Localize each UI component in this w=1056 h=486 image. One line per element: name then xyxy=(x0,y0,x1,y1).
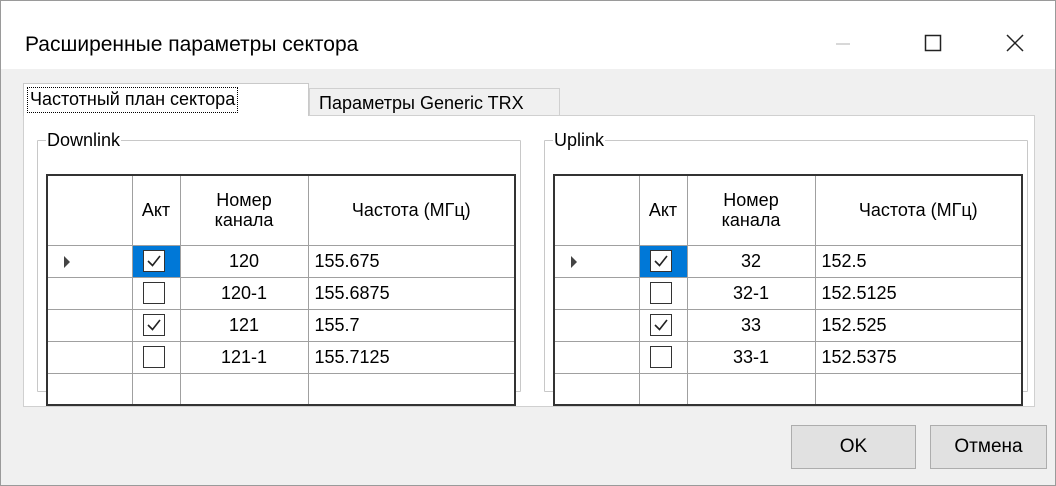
frequency-cell[interactable]: 155.7125 xyxy=(307,340,516,374)
minimize-button[interactable] xyxy=(813,21,873,65)
channel-cell[interactable]: 33-1 xyxy=(686,340,816,374)
table-header-row: Акт Номер канала Частота (МГц) xyxy=(553,174,1023,246)
current-row-arrow-icon xyxy=(571,255,577,268)
channel-cell[interactable]: 121-1 xyxy=(179,340,309,374)
checkbox-unchecked[interactable] xyxy=(142,281,165,304)
frequency-cell[interactable]: 152.5 xyxy=(814,244,1023,278)
column-header-channel-line2: канала xyxy=(214,210,274,231)
checkbox-unchecked[interactable] xyxy=(142,345,165,368)
table-row[interactable]: 120-1 155.6875 xyxy=(46,276,516,310)
empty-cell xyxy=(307,372,516,406)
checkbox-unchecked[interactable] xyxy=(649,345,672,368)
maximize-icon xyxy=(924,34,942,52)
table-row[interactable]: 33 152.525 xyxy=(553,308,1023,342)
frequency-cell[interactable]: 155.6875 xyxy=(307,276,516,310)
minimize-icon xyxy=(836,43,850,45)
channel-cell[interactable]: 120 xyxy=(179,244,309,278)
active-cell[interactable] xyxy=(131,244,181,278)
checkbox-checked[interactable] xyxy=(649,249,672,272)
row-header[interactable] xyxy=(46,276,133,310)
column-header-channel-line1: Номер xyxy=(723,190,779,211)
active-cell[interactable] xyxy=(638,276,688,310)
empty-cell xyxy=(179,372,309,406)
downlink-table[interactable]: Акт Номер канала Частота (МГц) 120 155.67… xyxy=(46,174,516,406)
frequency-cell[interactable]: 152.525 xyxy=(814,308,1023,342)
channel-cell[interactable]: 32-1 xyxy=(686,276,816,310)
tab-panel: Downlink Акт Номер канала Частота (МГц) … xyxy=(23,115,1035,407)
column-header-active[interactable]: Акт xyxy=(131,174,181,246)
checkbox-checked[interactable] xyxy=(142,249,165,272)
row-header[interactable] xyxy=(553,276,640,310)
empty-cell xyxy=(686,372,816,406)
column-header-frequency[interactable]: Частота (МГц) xyxy=(814,174,1023,246)
checkmark-icon xyxy=(146,319,161,331)
uplink-legend: Uplink xyxy=(554,130,605,150)
table-row[interactable]: 32-1 152.5125 xyxy=(553,276,1023,310)
row-header[interactable] xyxy=(553,340,640,374)
row-header[interactable] xyxy=(553,244,640,278)
column-header-channel[interactable]: Номер канала xyxy=(179,174,309,246)
channel-cell[interactable]: 32 xyxy=(686,244,816,278)
table-row[interactable]: 121-1 155.7125 xyxy=(46,340,516,374)
column-header-channel-line1: Номер xyxy=(216,190,272,211)
table-row[interactable]: 121 155.7 xyxy=(46,308,516,342)
ok-button[interactable]: OK xyxy=(791,425,916,469)
active-cell[interactable] xyxy=(638,244,688,278)
downlink-group: Downlink Акт Номер канала Частота (МГц) … xyxy=(37,130,521,406)
tab-frequency-plan-label: Частотный план сектора xyxy=(26,87,239,113)
row-header-corner xyxy=(46,174,133,246)
checkbox-checked[interactable] xyxy=(142,313,165,336)
active-cell[interactable] xyxy=(131,340,181,374)
column-header-active[interactable]: Акт xyxy=(638,174,688,246)
uplink-table[interactable]: Акт Номер канала Частота (МГц) 32 152.5 32… xyxy=(553,174,1023,406)
checkmark-icon xyxy=(653,255,668,267)
checkbox-unchecked[interactable] xyxy=(649,281,672,304)
column-header-channel[interactable]: Номер канала xyxy=(686,174,816,246)
empty-cell xyxy=(638,372,688,406)
row-header[interactable] xyxy=(46,244,133,278)
empty-cell xyxy=(131,372,181,406)
close-button[interactable] xyxy=(985,21,1045,65)
empty-cell xyxy=(814,372,1023,406)
tab-frequency-plan[interactable]: Частотный план сектора xyxy=(23,83,309,116)
uplink-group: Uplink Акт Номер канала Частота (МГц) 32… xyxy=(544,130,1028,406)
active-cell[interactable] xyxy=(131,276,181,310)
checkbox-checked[interactable] xyxy=(649,313,672,336)
channel-cell[interactable]: 33 xyxy=(686,308,816,342)
active-cell[interactable] xyxy=(131,308,181,342)
table-row[interactable]: 120 155.675 xyxy=(46,244,516,278)
column-header-frequency[interactable]: Частота (МГц) xyxy=(307,174,516,246)
empty-cell xyxy=(46,372,133,406)
frequency-cell[interactable]: 152.5125 xyxy=(814,276,1023,310)
row-header-corner xyxy=(553,174,640,246)
checkmark-icon xyxy=(146,255,161,267)
active-cell[interactable] xyxy=(638,308,688,342)
column-header-channel-line2: канала xyxy=(721,210,781,231)
empty-cell xyxy=(553,372,640,406)
window-title: Расширенные параметры сектора xyxy=(25,33,359,56)
row-header[interactable] xyxy=(553,308,640,342)
dialog-window: Расширенные параметры сектора Частотный … xyxy=(0,0,1056,486)
table-empty-area xyxy=(46,372,516,406)
channel-cell[interactable]: 121 xyxy=(179,308,309,342)
frequency-cell[interactable]: 152.5375 xyxy=(814,340,1023,374)
row-header[interactable] xyxy=(46,340,133,374)
channel-cell[interactable]: 120-1 xyxy=(179,276,309,310)
checkmark-icon xyxy=(653,319,668,331)
active-cell[interactable] xyxy=(638,340,688,374)
close-icon xyxy=(1006,34,1024,52)
table-header-row: Акт Номер канала Частота (МГц) xyxy=(46,174,516,246)
title-bar[interactable]: Расширенные параметры сектора xyxy=(1,1,1055,69)
current-row-arrow-icon xyxy=(64,255,70,268)
table-row[interactable]: 33-1 152.5375 xyxy=(553,340,1023,374)
row-header[interactable] xyxy=(46,308,133,342)
cancel-button[interactable]: Отмена xyxy=(930,425,1047,469)
maximize-button[interactable] xyxy=(903,21,963,65)
frequency-cell[interactable]: 155.675 xyxy=(307,244,516,278)
tab-generic-trx[interactable]: Параметры Generic TRX xyxy=(309,88,560,116)
downlink-legend: Downlink xyxy=(47,130,121,150)
table-empty-area xyxy=(553,372,1023,406)
table-row[interactable]: 32 152.5 xyxy=(553,244,1023,278)
frequency-cell[interactable]: 155.7 xyxy=(307,308,516,342)
